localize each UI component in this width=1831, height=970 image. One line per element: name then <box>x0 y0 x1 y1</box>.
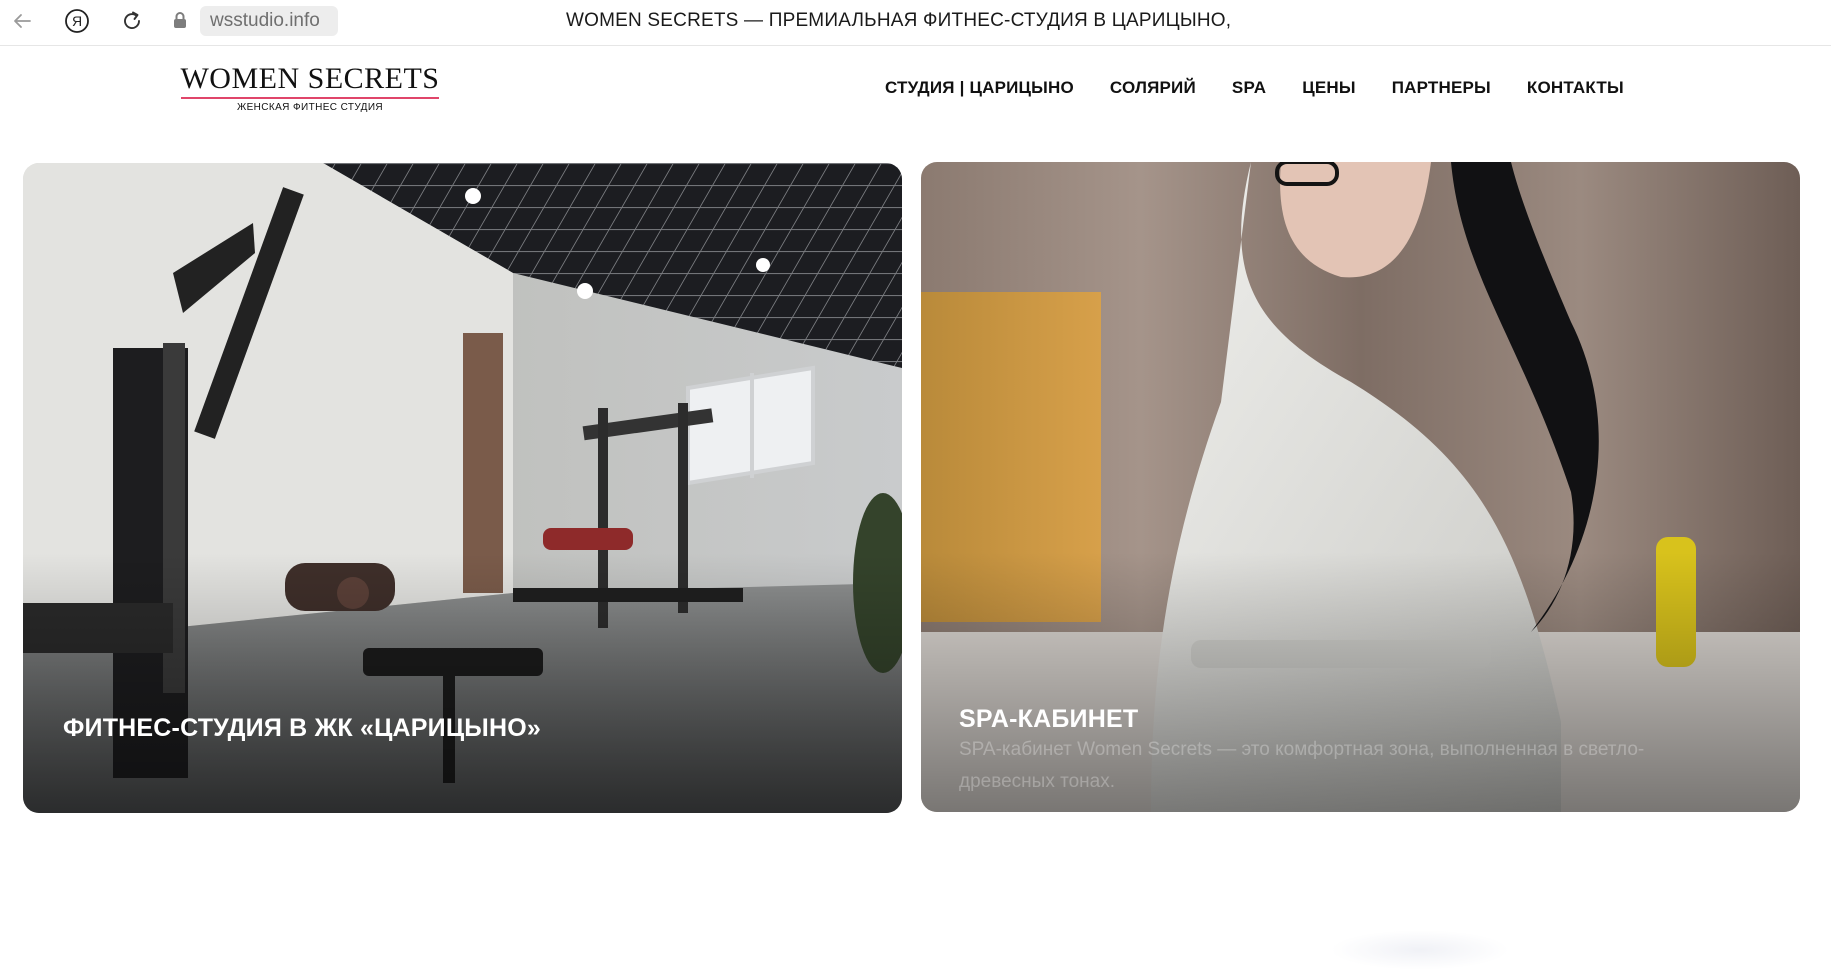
svg-text:Я: Я <box>72 13 82 29</box>
logo-subtitle: ЖЕНСКАЯ ФИТНЕС СТУДИЯ <box>236 102 384 113</box>
card-fitness-studio[interactable]: ФИТНЕС-СТУДИЯ В ЖК «ЦАРИЦЫНО» <box>23 163 902 813</box>
card-spa-cabinet[interactable]: SPA-КАБИНЕТ SPA-кабинет Women Secrets — … <box>921 162 1800 812</box>
nav-spa[interactable]: SPA <box>1232 78 1266 102</box>
site-logo[interactable]: WOMEN SECRETS ЖЕНСКАЯ ФИТНЕС СТУДИЯ <box>180 62 440 118</box>
page-title: WOMEN SECRETS — ПРЕМИАЛЬНАЯ ФИТНЕС-СТУДИ… <box>566 10 1232 31</box>
nav-studio[interactable]: СТУДИЯ | ЦАРИЦЫНО <box>885 78 1074 102</box>
main-navigation: СТУДИЯ | ЦАРИЦЫНО СОЛЯРИЙ SPA ЦЕНЫ ПАРТН… <box>885 78 1624 102</box>
card-title: ФИТНЕС-СТУДИЯ В ЖК «ЦАРИЦЫНО» <box>63 714 541 742</box>
decorative-blur <box>1330 930 1510 970</box>
logo-name: WOMEN SECRETS <box>180 62 440 95</box>
card-title: SPA-КАБИНЕТ <box>959 705 1139 733</box>
browser-toolbar: Я wsstudio.info WOMEN SECRETS — ПРЕМИАЛЬ… <box>0 0 1831 46</box>
lock-icon[interactable] <box>172 11 188 29</box>
card-description: SPA-кабинет Women Secrets — это комфортн… <box>959 739 1645 792</box>
nav-solarium[interactable]: СОЛЯРИЙ <box>1110 78 1196 102</box>
yandex-icon[interactable]: Я <box>63 7 91 35</box>
logo-underline <box>181 97 439 99</box>
card-gradient-overlay <box>23 553 902 813</box>
reload-icon[interactable] <box>118 7 146 35</box>
address-bar[interactable]: wsstudio.info <box>200 6 338 36</box>
nav-partners[interactable]: ПАРТНЕРЫ <box>1392 78 1491 102</box>
back-arrow-icon[interactable] <box>8 7 36 35</box>
nav-contacts[interactable]: КОНТАКТЫ <box>1527 78 1624 102</box>
nav-prices[interactable]: ЦЕНЫ <box>1302 78 1355 102</box>
